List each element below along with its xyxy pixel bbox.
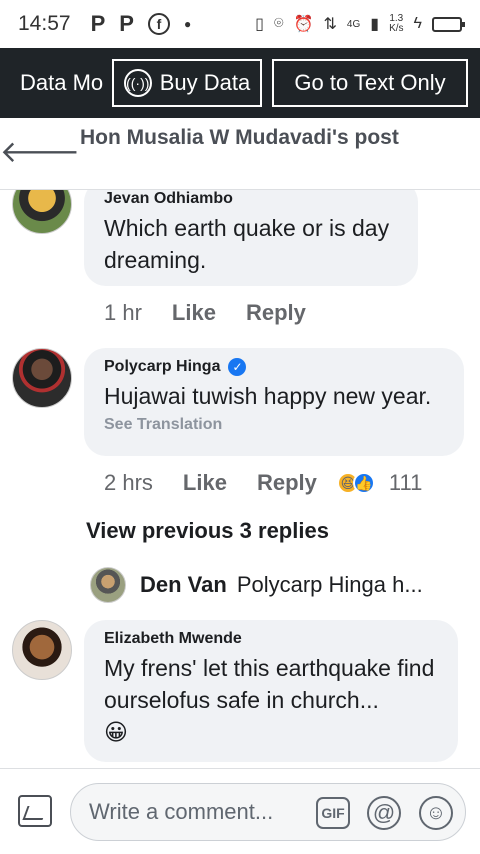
comment-author[interactable]: Jevan Odhiambo [104,190,398,208]
text-only-label: Go to Text Only [294,70,446,95]
comment-input[interactable] [89,799,309,825]
emoji-icon[interactable]: ☺ [419,796,453,830]
data-mode-label: Data Mo [20,70,104,95]
photo-icon[interactable] [18,795,52,827]
text-only-button[interactable]: Go to Text Only [272,59,468,107]
comment-time: 1 hr [104,300,142,325]
arrow-left-icon: 🡐 [0,136,81,169]
gif-icon[interactable]: GIF [316,797,350,829]
comment-time: 2 hrs [104,470,153,495]
facebook-notification-icon: f [147,13,170,35]
buy-data-button[interactable]: ((·)) Buy Data [112,59,262,107]
reply-preview[interactable]: Den Van Polycarp Hinga h... [90,567,450,603]
avatar [90,567,126,603]
back-button[interactable]: 🡐 [0,118,80,182]
like-button[interactable]: Like [183,470,227,496]
comment-text: Which earth quake or is day dreaming. [104,215,390,273]
alarm-icon: ⏰ [293,16,314,33]
like-button[interactable]: Like [172,300,216,326]
reply-text: Polycarp Hinga h... [236,572,423,597]
charging-icon: ϟ [413,15,422,32]
speed-unit: K/s [389,23,404,34]
data-arrows-icon: ⇅ [323,16,337,33]
comment-bubble: Jevan Odhiambo Which earth quake or is d… [84,190,418,286]
signal-icon: ▮ [370,16,380,33]
vibrate-icon: ▯ [255,16,264,33]
avatar[interactable] [12,190,72,234]
comments-list: Jevan Odhiambo Which earth quake or is d… [0,190,480,770]
dot-icon: ● [183,17,192,31]
reply-button[interactable]: Reply [257,470,317,496]
network-type: 4G [346,18,361,30]
location-icon: ⌾ [273,15,284,32]
buy-data-label: Buy Data [159,70,251,95]
comment-box[interactable]: GIF @ ☺ [70,783,466,841]
battery-icon [432,16,465,32]
reactions-summary[interactable]: 😆 👍 111 [336,470,423,496]
verified-badge-icon: ✓ [228,358,247,376]
broadcast-icon: ((·)) [123,69,152,97]
comment-author[interactable]: Elizabeth Mwende [104,630,438,648]
comment-actions: 1 hr Like Reply [104,300,306,326]
comment-actions: 2 hrs Like Reply 😆 👍 111 [104,470,422,496]
avatar[interactable] [12,620,72,680]
comment-emoji: 😀 [104,719,128,745]
status-bar: 14:57 P P f ● ▯ ⌾ ⏰ ⇅ 4G ▮ 1.3 K/s ϟ [0,0,480,48]
data-mode-bar: Data Mo ((·)) Buy Data Go to Text Only [0,48,480,118]
comment-author-row: Polycarp Hinga ✓ [104,358,444,376]
status-time: 14:57 [18,12,71,35]
reply-author: Den Van [140,572,227,597]
post-header: 🡐 Hon Musalia W Mudavadi's post [0,118,480,190]
like-reaction-icon: 👍 [352,472,375,494]
comment-composer: GIF @ ☺ [0,768,480,854]
notification-p-icon: P [90,11,106,36]
comment-author[interactable]: Polycarp Hinga [104,358,220,376]
reaction-count: 111 [388,470,423,495]
see-translation-link[interactable]: See Translation [104,416,444,434]
notification-p-icon: P [119,11,134,36]
reply-button[interactable]: Reply [246,300,306,326]
comment-text: Hujawai tuwish happy new year. [104,383,432,409]
comment-bubble: Elizabeth Mwende My frens' let this eart… [84,620,458,762]
avatar[interactable] [12,348,72,408]
mention-icon[interactable]: @ [367,796,401,830]
page-title: Hon Musalia W Mudavadi's post [80,126,399,149]
comment-bubble: Polycarp Hinga ✓ Hujawai tuwish happy ne… [84,348,464,456]
view-previous-replies-link[interactable]: View previous 3 replies [86,518,329,544]
network-speed: 1.3 K/s [389,14,403,34]
comment-text: My frens' let this earthquake find ourse… [104,655,435,713]
